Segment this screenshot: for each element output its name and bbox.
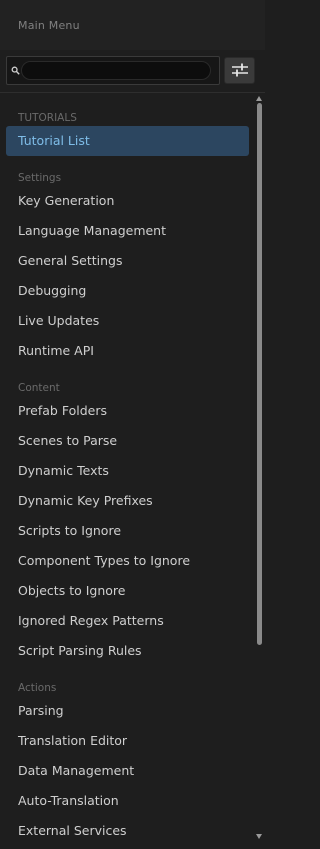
menu-item-scenes-to-parse[interactable]: Scenes to Parse (18, 431, 117, 451)
menu-item-dynamic-texts[interactable]: Dynamic Texts (18, 461, 109, 481)
scrollbar-thumb[interactable] (257, 103, 262, 645)
window-title: Main Menu (18, 19, 80, 32)
main-menu-panel: Main Menu TUTORIALS Tutorial List Settin… (0, 0, 265, 849)
section-header-content: Content (18, 382, 60, 394)
menu-item-debugging[interactable]: Debugging (18, 281, 86, 301)
scroll-up-arrow-icon[interactable] (256, 96, 262, 101)
section-header-settings: Settings (18, 172, 62, 184)
menu-item-translation-editor[interactable]: Translation Editor (18, 731, 127, 751)
menu-item-general-settings[interactable]: General Settings (18, 251, 123, 271)
menu-item-runtime-api[interactable]: Runtime API (18, 341, 94, 361)
section-header-actions: Actions (18, 682, 57, 694)
menu-item-objects-to-ignore[interactable]: Objects to Ignore (18, 581, 125, 601)
scroll-down-arrow-icon[interactable] (256, 834, 262, 839)
search-icon (11, 66, 20, 75)
sliders-icon (232, 63, 248, 77)
filter-button[interactable] (224, 57, 255, 84)
menu-item-component-types-to-ignore[interactable]: Component Types to Ignore (18, 551, 190, 571)
menu-item-external-services[interactable]: External Services (18, 821, 127, 841)
menu-item-scripts-to-ignore[interactable]: Scripts to Ignore (18, 521, 121, 541)
menu-item-prefab-folders[interactable]: Prefab Folders (18, 401, 107, 421)
menu-list: TUTORIALS Tutorial List Settings Key Gen… (0, 93, 254, 849)
section-header-tutorials: TUTORIALS (18, 112, 77, 124)
search-field[interactable] (6, 56, 220, 85)
menu-item-label: Tutorial List (18, 133, 90, 148)
menu-item-data-management[interactable]: Data Management (18, 761, 134, 781)
menu-item-live-updates[interactable]: Live Updates (18, 311, 99, 331)
menu-item-dynamic-key-prefixes[interactable]: Dynamic Key Prefixes (18, 491, 153, 511)
vertical-scrollbar[interactable] (254, 93, 265, 849)
title-bar: Main Menu (0, 0, 265, 51)
search-input[interactable] (21, 61, 211, 80)
menu-item-key-generation[interactable]: Key Generation (18, 191, 114, 211)
menu-item-tutorial-list[interactable]: Tutorial List (6, 126, 249, 156)
search-row (0, 50, 265, 93)
menu-item-script-parsing-rules[interactable]: Script Parsing Rules (18, 641, 142, 661)
menu-item-ignored-regex-patterns[interactable]: Ignored Regex Patterns (18, 611, 164, 631)
menu-item-auto-translation[interactable]: Auto-Translation (18, 791, 119, 811)
menu-item-language-management[interactable]: Language Management (18, 221, 166, 241)
menu-item-parsing[interactable]: Parsing (18, 701, 64, 721)
